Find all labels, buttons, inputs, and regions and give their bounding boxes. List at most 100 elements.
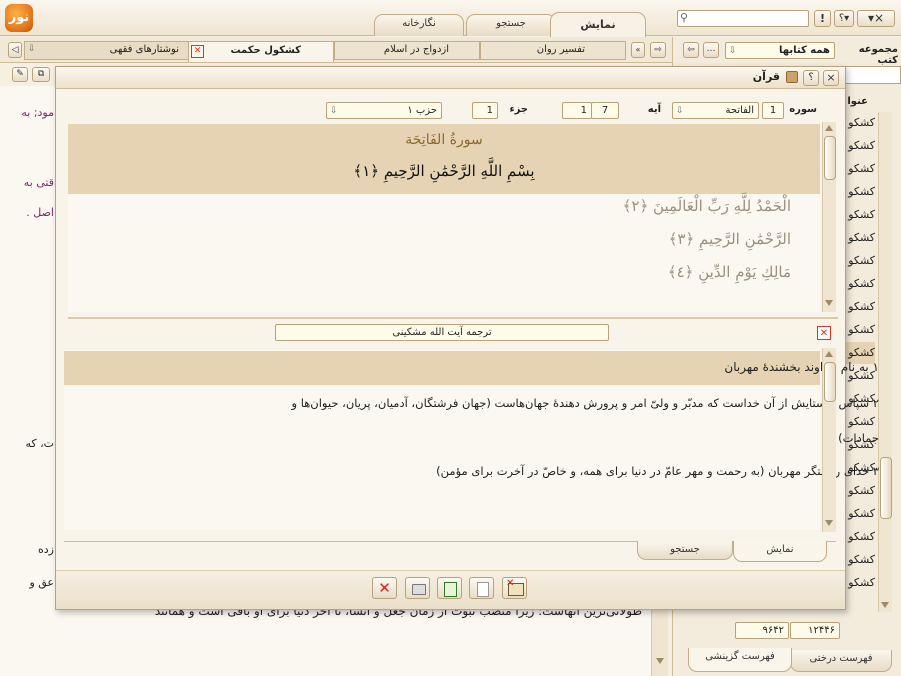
title-column-header: عنوا bbox=[847, 96, 868, 107]
tab-scroll-right-button[interactable]: ⇨ bbox=[650, 42, 666, 58]
verse-4[interactable]: مَالِكِ يَوْمِ الدِّينِ ﴿٤﴾ bbox=[668, 263, 791, 281]
doc-tab-fiqh-label: نوشتارهای فقهی bbox=[109, 44, 179, 55]
surah-number-input[interactable]: 1 bbox=[762, 102, 784, 119]
list-item[interactable]: کشکو bbox=[845, 503, 875, 525]
close-icon: × bbox=[873, 11, 885, 25]
doc-tab-kashkul[interactable]: ✕ کشکول حکمت bbox=[188, 41, 334, 62]
close-icon: ✕ bbox=[819, 328, 829, 339]
juz-input[interactable]: 1 bbox=[472, 102, 498, 119]
doc-tab-fiqh[interactable]: ⇩ نوشتارهای فقهی bbox=[24, 41, 208, 60]
list-scroll-thumb[interactable] bbox=[880, 457, 892, 519]
dialog-tab-display[interactable]: نمایش bbox=[733, 541, 827, 562]
list-scrollbar[interactable] bbox=[878, 112, 892, 612]
filter-input[interactable] bbox=[845, 66, 901, 84]
hizb-select[interactable]: حزب ۱ ⇩ bbox=[326, 102, 442, 119]
doc-text-5: زده bbox=[38, 543, 54, 556]
count-filtered: ۹۶۴۲ bbox=[735, 622, 789, 639]
juz-label: جزء bbox=[509, 104, 528, 115]
dialog-cancel-button[interactable]: ✕ bbox=[372, 577, 397, 599]
help-icon: ؟ bbox=[838, 13, 845, 24]
dialog-close-button[interactable]: × bbox=[823, 70, 839, 86]
close-translation-button[interactable]: ✕ bbox=[817, 326, 831, 340]
list-item[interactable]: کشکو bbox=[845, 204, 875, 226]
more-button[interactable]: … bbox=[703, 42, 719, 58]
list-item[interactable]: کشکو bbox=[845, 250, 875, 272]
collection-label: مجموعه کتب bbox=[858, 44, 898, 66]
scroll-up-icon bbox=[825, 125, 833, 131]
tool-button-1[interactable]: ✎ bbox=[12, 67, 28, 82]
translation-line-2[interactable]: ۲ سپاس و ستایش از آن خداست که مدبّر و ول… bbox=[292, 396, 879, 410]
translation-line-1[interactable]: ۱ به نام خداوند بخشندهٔ مهربان bbox=[724, 360, 879, 374]
quran-scrollbar[interactable] bbox=[822, 122, 836, 312]
list-item[interactable]: کشکو bbox=[845, 135, 875, 157]
tab-display[interactable]: نمایش bbox=[550, 12, 646, 37]
list-item[interactable]: کشکو bbox=[845, 572, 875, 592]
doc-tab-kashkul-label: کشکول حکمت bbox=[230, 45, 301, 56]
verse-2[interactable]: الْحَمْدُ لِلَّهِ رَبِّ الْعَالَمِينَ ﴿٢… bbox=[623, 197, 791, 215]
tab-tree-list[interactable]: فهرست درختی bbox=[790, 650, 892, 672]
collection-select[interactable]: همه کتابها ⇩ bbox=[725, 42, 835, 59]
help-button[interactable]: ؟▾ bbox=[834, 10, 854, 27]
scroll-down-icon bbox=[881, 602, 889, 608]
translation-scrollbar[interactable] bbox=[822, 348, 836, 532]
tab-selective-list[interactable]: فهرست گزینشی bbox=[688, 648, 792, 672]
print-button[interactable] bbox=[405, 577, 430, 599]
close-app-button[interactable]: ▾× bbox=[857, 10, 895, 27]
list-item[interactable]: کشکو bbox=[845, 296, 875, 318]
list-item[interactable]: کشکو bbox=[845, 480, 875, 502]
surah-title: سورةُ الفَاتِحَة bbox=[405, 132, 483, 148]
translation-line-3[interactable]: جمادات) bbox=[838, 431, 879, 445]
dialog-tab-search[interactable]: جستجو bbox=[637, 541, 733, 560]
pane-splitter[interactable] bbox=[68, 317, 838, 319]
list-item[interactable]: کشکو bbox=[845, 158, 875, 180]
scroll-up-icon bbox=[825, 351, 833, 357]
search-icon: ⚲ bbox=[680, 11, 689, 24]
quran-scroll-thumb[interactable] bbox=[824, 136, 836, 180]
list-item[interactable]: کشکو bbox=[845, 227, 875, 249]
dialog-help-button[interactable]: ؟ bbox=[803, 70, 819, 86]
list-item[interactable]: کشکو bbox=[845, 273, 875, 295]
translation-scroll-thumb[interactable] bbox=[824, 362, 836, 402]
ayah-input[interactable]: 1 bbox=[562, 102, 592, 119]
close-tab-icon[interactable]: ✕ bbox=[191, 45, 204, 58]
scroll-down-icon bbox=[825, 520, 833, 526]
verse-3[interactable]: الرَّحْمَٰنِ الرَّحِيمِ ﴿٣﴾ bbox=[669, 230, 791, 248]
tool-button-2[interactable]: ⧉ bbox=[32, 67, 50, 82]
app-logo[interactable]: نور bbox=[5, 4, 33, 32]
insert-button[interactable]: ✕ bbox=[502, 577, 527, 599]
surah-select[interactable]: الفاتحة ⇩ bbox=[672, 102, 759, 119]
surah-value: الفاتحة bbox=[725, 105, 754, 116]
back-button[interactable]: ⇦ bbox=[683, 42, 699, 58]
list-item[interactable]: کشکو bbox=[845, 526, 875, 548]
book-list[interactable]: کشکو کشکو کشکو کشکو کشکو کشکو کشکو کشکو … bbox=[845, 112, 877, 592]
list-item[interactable]: کشکو bbox=[845, 549, 875, 571]
list-item[interactable]: کشکو bbox=[845, 411, 875, 433]
tab-display-label: نمایش bbox=[580, 18, 616, 31]
chevron-down-icon: ⇩ bbox=[676, 106, 684, 116]
basmala-verse[interactable]: بِسْمِ اللَّهِ الرَّحْمَٰنِ الرَّحِيمِ ﴿… bbox=[68, 162, 820, 180]
global-search-input[interactable]: ⚲ bbox=[677, 10, 809, 27]
list-item[interactable]: کشکو bbox=[845, 181, 875, 203]
doc-tab-marriage[interactable]: ازدواج در اسلام bbox=[334, 41, 480, 60]
hizb-value: حزب ۱ bbox=[407, 105, 437, 116]
list-item[interactable]: کشکو bbox=[845, 319, 875, 341]
dropdown-icon: ⇩ bbox=[28, 44, 36, 54]
page-icon bbox=[477, 582, 489, 597]
export-button[interactable] bbox=[437, 577, 462, 599]
tab-scroll-left-button[interactable]: ◁ bbox=[8, 42, 22, 58]
ayah-label: آیه bbox=[647, 104, 661, 115]
alert-button[interactable]: ! bbox=[814, 10, 831, 27]
doc-tab-tafsir[interactable]: تفسیر روان bbox=[480, 41, 626, 60]
copy-button[interactable] bbox=[469, 577, 494, 599]
tab-search[interactable]: جستجو bbox=[466, 14, 556, 36]
translation-line-4[interactable]: ۳ خدای رحمتگر مهربان (به رحمت و مهر عامّ… bbox=[436, 464, 879, 478]
translation-highlight bbox=[64, 351, 820, 385]
dialog-title: قرآن bbox=[752, 70, 780, 83]
surah-label: سوره bbox=[789, 104, 817, 115]
tab-menu-button[interactable]: « bbox=[631, 42, 645, 58]
list-item[interactable]: کشکو bbox=[845, 112, 875, 134]
tab-gallery[interactable]: نگارخانه bbox=[374, 14, 464, 36]
translator-select[interactable]: ترجمه آیت الله مشکینی bbox=[275, 324, 609, 341]
app-logo-text: نور bbox=[8, 10, 30, 25]
doc-tab-marriage-label: ازدواج در اسلام bbox=[383, 44, 449, 55]
